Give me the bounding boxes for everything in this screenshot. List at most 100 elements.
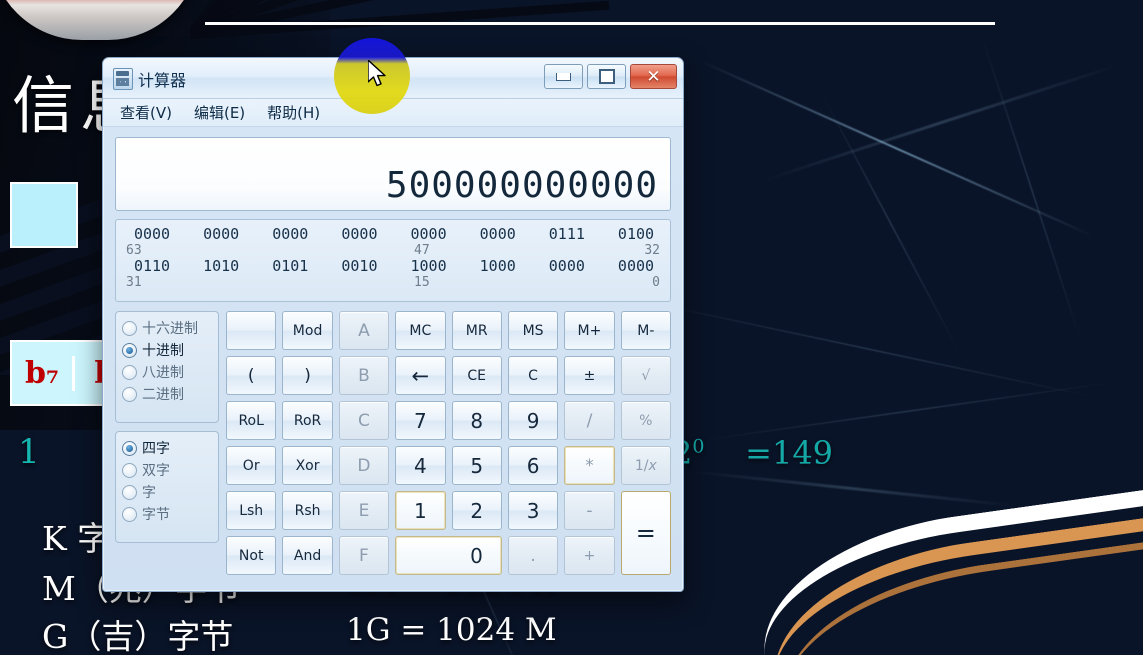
key-divide[interactable]: / [564, 401, 615, 440]
minimize-button[interactable] [544, 64, 583, 89]
key-label: Lsh [239, 502, 264, 519]
nibble[interactable]: 0100 [610, 225, 662, 243]
key-c-hex[interactable]: C [338, 401, 390, 440]
key-minus[interactable]: - [564, 491, 615, 530]
binary-panel[interactable]: 0000 0000 0000 0000 0000 0000 0111 0100 … [115, 219, 671, 302]
key-paren-open[interactable]: ( [226, 356, 277, 395]
menu-item-view[interactable]: 查看(V) [111, 99, 181, 126]
key-4[interactable]: 4 [395, 446, 446, 485]
radio-dec[interactable]: 十进制 [122, 339, 214, 361]
nibble[interactable]: 0000 [403, 225, 455, 243]
key-b[interactable]: B [338, 356, 390, 395]
nibble[interactable]: 0000 [333, 225, 385, 243]
menu-bar[interactable]: 查看(V) 编辑(E) 帮助(H) [103, 99, 683, 127]
key-7[interactable]: 7 [395, 401, 446, 440]
calculator-window[interactable]: 计算器 ✕ 查看(V) 编辑(E) 帮助(H) 500000000000 000… [102, 57, 684, 592]
key-sqrt[interactable]: √ [620, 356, 671, 395]
key-2[interactable]: 2 [451, 491, 502, 530]
key-m-add[interactable]: M+ [564, 311, 615, 350]
key-label: 0 [470, 543, 483, 568]
key-sign[interactable]: ± [564, 356, 615, 395]
key-d[interactable]: D [338, 446, 390, 485]
nibble[interactable]: 0000 [195, 225, 247, 243]
key-label: MS [522, 322, 544, 339]
radio-indicator [122, 440, 137, 456]
maximize-icon [598, 69, 615, 84]
key-backspace[interactable]: ← [395, 356, 446, 395]
key-multiply[interactable]: * [564, 446, 615, 485]
nibble[interactable]: 0010 [333, 257, 385, 275]
menu-item-help[interactable]: 帮助(H) [258, 99, 329, 126]
key-8[interactable]: 8 [451, 401, 502, 440]
nibble[interactable]: 0000 [610, 257, 662, 275]
key-mr[interactable]: MR [451, 311, 502, 350]
radio-qword[interactable]: 四字 [122, 437, 214, 459]
nibble[interactable]: 1010 [195, 257, 247, 275]
key-mc[interactable]: MC [395, 311, 446, 350]
nibble[interactable]: 1000 [472, 257, 524, 275]
window-title: 计算器 [138, 71, 187, 90]
radio-hex[interactable]: 十六进制 [122, 317, 214, 339]
radio-bin[interactable]: 二进制 [122, 383, 214, 405]
key-e[interactable]: E [338, 491, 390, 530]
key-5[interactable]: 5 [451, 446, 502, 485]
nibble[interactable]: 0101 [264, 257, 316, 275]
word-size-radio-group[interactable]: 四字 双字 字 字节 [115, 431, 219, 543]
calculator-body: 500000000000 0000 0000 0000 0000 0000 00… [103, 127, 683, 587]
key-a[interactable]: A [338, 311, 390, 350]
key-3[interactable]: 3 [507, 491, 559, 530]
key-not[interactable]: Not [226, 536, 277, 575]
key-and[interactable]: And [282, 536, 333, 575]
radio-indicator [122, 342, 137, 358]
window-titlebar[interactable]: 计算器 ✕ [103, 58, 683, 99]
key-paren-close[interactable]: ) [282, 356, 333, 395]
key-ce[interactable]: CE [451, 356, 502, 395]
radio-label: 八进制 [142, 365, 184, 381]
key-blank[interactable] [226, 311, 277, 350]
key-mod[interactable]: Mod [282, 311, 333, 350]
key-label: + [583, 547, 596, 564]
key-1[interactable]: 1 [395, 491, 446, 530]
key-ror[interactable]: RoR [282, 401, 333, 440]
key-label: C [358, 410, 370, 431]
nibble[interactable]: 0111 [541, 225, 593, 243]
key-m-sub[interactable]: M- [620, 311, 671, 350]
radio-byte[interactable]: 字节 [122, 503, 214, 525]
menu-item-edit[interactable]: 编辑(E) [185, 99, 254, 126]
key-decimal[interactable]: . [507, 536, 559, 575]
keypad-grid[interactable]: Mod A MC MR MS M+ M- () B ← CE C ± √ RoL RoR C 7 8 9 /% Or Xor… [226, 311, 671, 575]
key-ms[interactable]: MS [507, 311, 559, 350]
nibble[interactable]: 1000 [403, 257, 455, 275]
key-percent[interactable]: % [620, 401, 671, 440]
key-lsh[interactable]: Lsh [226, 491, 277, 530]
nibble[interactable]: 0110 [126, 257, 178, 275]
key-reciprocal[interactable]: 1/x [620, 446, 671, 485]
key-label: 8 [470, 408, 484, 433]
radio-dword[interactable]: 双字 [122, 459, 214, 481]
key-equals[interactable]: = [620, 491, 671, 575]
window-controls[interactable]: ✕ [544, 64, 677, 89]
maximize-button[interactable] [587, 64, 626, 89]
key-0[interactable]: 0 [395, 536, 502, 575]
key-label: 1 [413, 498, 427, 523]
close-button[interactable]: ✕ [630, 64, 677, 89]
key-9[interactable]: 9 [507, 401, 559, 440]
key-rol[interactable]: RoL [226, 401, 277, 440]
key-rsh[interactable]: Rsh [282, 491, 333, 530]
nibble[interactable]: 0000 [126, 225, 178, 243]
key-plus[interactable]: + [564, 536, 615, 575]
key-or[interactable]: Or [226, 446, 277, 485]
key-c-clear[interactable]: C [507, 356, 559, 395]
nibble[interactable]: 0000 [541, 257, 593, 275]
radio-word[interactable]: 字 [122, 481, 214, 503]
radio-oct[interactable]: 八进制 [122, 361, 214, 383]
key-6[interactable]: 6 [507, 446, 559, 485]
base-radio-group[interactable]: 十六进制 十进制 八进制 二进制 [115, 311, 219, 423]
key-f[interactable]: F [338, 536, 390, 575]
key-xor[interactable]: Xor [282, 446, 333, 485]
nibble[interactable]: 0000 [264, 225, 316, 243]
key-label: MC [409, 322, 432, 339]
option-columns: 十六进制 十进制 八进制 二进制 四字 双字 字 字节 [115, 311, 219, 575]
nibble[interactable]: 0000 [472, 225, 524, 243]
key-label: 1/x [634, 457, 657, 474]
